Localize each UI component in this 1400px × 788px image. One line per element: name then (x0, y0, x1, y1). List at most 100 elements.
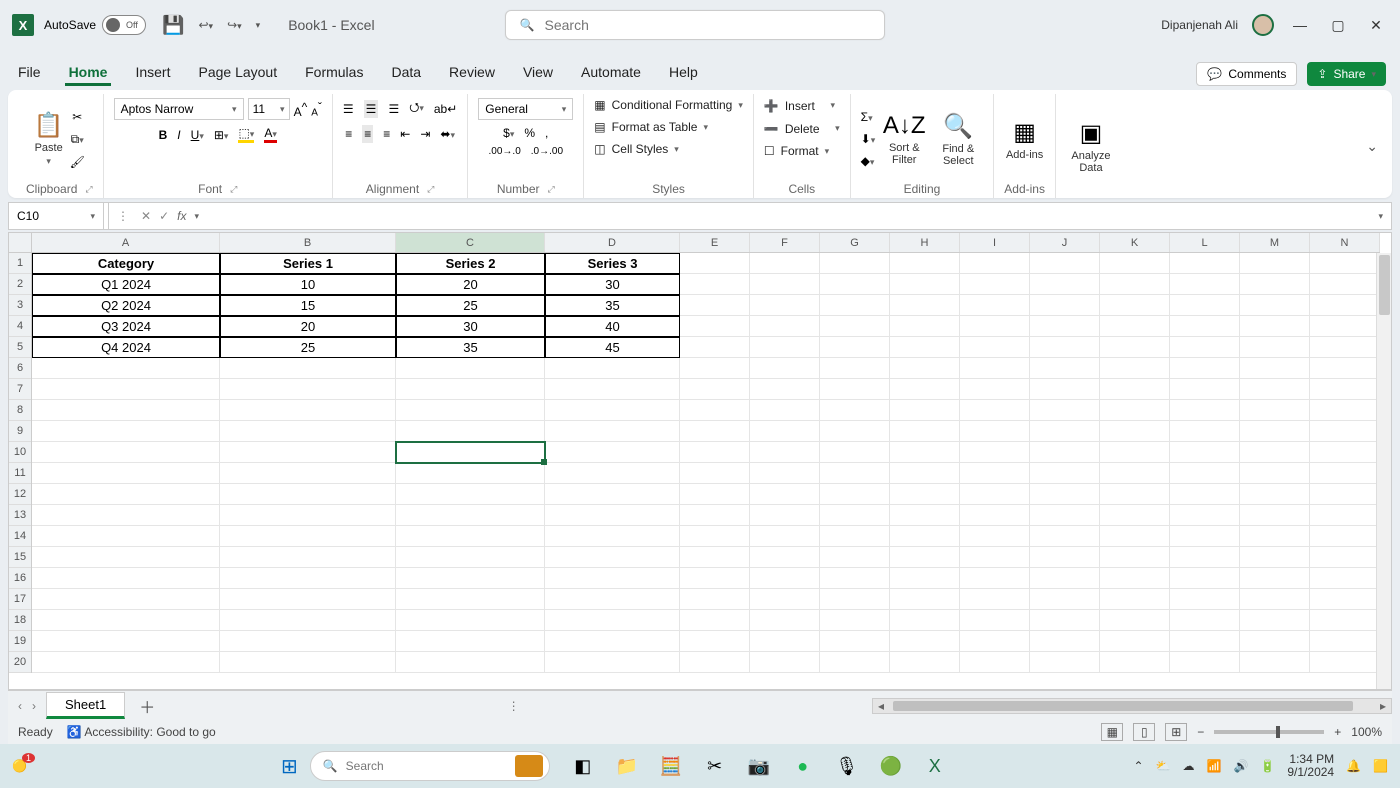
vertical-scrollbar[interactable] (1376, 253, 1391, 689)
cell[interactable] (220, 379, 396, 400)
cell[interactable] (545, 358, 680, 379)
cell[interactable] (890, 568, 960, 589)
decrease-decimal-icon[interactable]: .0→.00 (531, 146, 563, 157)
cell[interactable] (1310, 652, 1380, 673)
column-header[interactable]: M (1240, 233, 1310, 252)
cell[interactable] (396, 547, 545, 568)
font-launcher-icon[interactable]: ⤢ (230, 184, 237, 195)
column-header[interactable]: N (1310, 233, 1380, 252)
cell[interactable] (1030, 589, 1100, 610)
borders-icon[interactable]: ⊞▾ (214, 128, 229, 142)
cell[interactable] (1310, 400, 1380, 421)
save-icon[interactable]: 💾 (162, 15, 184, 36)
cell[interactable] (545, 589, 680, 610)
cell[interactable] (545, 610, 680, 631)
cell[interactable] (1170, 421, 1240, 442)
comma-icon[interactable]: , (545, 126, 548, 140)
cell[interactable] (220, 463, 396, 484)
cell[interactable] (1170, 547, 1240, 568)
cell[interactable] (680, 610, 750, 631)
normal-view-icon[interactable]: ▦ (1101, 723, 1123, 741)
cell[interactable] (750, 358, 820, 379)
cell[interactable] (1170, 379, 1240, 400)
cell[interactable] (820, 442, 890, 463)
cell[interactable]: 10 (220, 274, 396, 295)
cell[interactable] (680, 652, 750, 673)
tab-home[interactable]: Home (65, 58, 112, 86)
enter-formula-icon[interactable]: ✓ (159, 209, 169, 223)
cell[interactable] (680, 631, 750, 652)
tab-insert[interactable]: Insert (131, 58, 174, 86)
minimize-icon[interactable]: — (1288, 17, 1312, 33)
cell[interactable]: 25 (396, 295, 545, 316)
cell[interactable] (680, 400, 750, 421)
cell[interactable] (1310, 295, 1380, 316)
cell[interactable] (1100, 316, 1170, 337)
cell[interactable] (1170, 505, 1240, 526)
cell-styles-button[interactable]: ◫Cell Styles▾ (594, 142, 679, 156)
cell[interactable] (960, 295, 1030, 316)
cell[interactable] (545, 631, 680, 652)
cell[interactable] (1240, 652, 1310, 673)
cell[interactable] (545, 505, 680, 526)
cell[interactable] (750, 526, 820, 547)
grow-font-icon[interactable]: A^ (294, 100, 308, 119)
bold-button[interactable]: B (159, 128, 168, 142)
cut-icon[interactable]: ✂ (72, 110, 82, 124)
cell[interactable] (680, 526, 750, 547)
cell[interactable] (750, 295, 820, 316)
cell[interactable] (1100, 379, 1170, 400)
cell[interactable] (820, 505, 890, 526)
cell[interactable] (1310, 274, 1380, 295)
cell[interactable] (960, 589, 1030, 610)
cell[interactable] (1030, 547, 1100, 568)
battery-icon[interactable]: 🔋 (1260, 759, 1275, 773)
cell[interactable] (1100, 589, 1170, 610)
clear-icon[interactable]: ◆▾ (861, 154, 875, 168)
column-header[interactable]: D (545, 233, 680, 252)
cell[interactable] (1030, 568, 1100, 589)
cell[interactable] (680, 547, 750, 568)
cell[interactable] (545, 568, 680, 589)
cell[interactable] (220, 484, 396, 505)
cell[interactable] (396, 568, 545, 589)
cell[interactable] (960, 379, 1030, 400)
merge-center-icon[interactable]: ⬌▾ (440, 127, 455, 141)
cell[interactable] (820, 610, 890, 631)
cell[interactable] (820, 484, 890, 505)
cancel-formula-icon[interactable]: ✕ (141, 209, 151, 223)
font-color-icon[interactable]: A▾ (264, 126, 277, 143)
cell[interactable] (545, 484, 680, 505)
cell[interactable] (750, 442, 820, 463)
cell[interactable] (396, 526, 545, 547)
row-header[interactable]: 16 (9, 568, 31, 589)
cell[interactable] (1240, 484, 1310, 505)
cell[interactable] (1240, 421, 1310, 442)
spotify-icon[interactable]: ● (790, 753, 816, 779)
sheet-tab-sheet1[interactable]: Sheet1 (46, 692, 125, 719)
font-name-select[interactable]: Aptos Narrow▾ (114, 98, 244, 120)
cell[interactable] (1170, 610, 1240, 631)
cell[interactable] (1100, 442, 1170, 463)
cell[interactable] (750, 589, 820, 610)
row-header[interactable]: 2 (9, 274, 31, 295)
cell[interactable] (750, 547, 820, 568)
qat-customize-icon[interactable]: ▾ (256, 20, 261, 31)
cell[interactable]: 30 (545, 274, 680, 295)
cell[interactable] (220, 526, 396, 547)
row-header[interactable]: 11 (9, 463, 31, 484)
row-header[interactable]: 19 (9, 631, 31, 652)
cell[interactable] (1240, 505, 1310, 526)
cell[interactable]: 35 (545, 295, 680, 316)
system-clock[interactable]: 1:34 PM9/1/2024 (1287, 753, 1334, 779)
cell[interactable] (1030, 274, 1100, 295)
add-sheet-button[interactable]: ＋ (139, 694, 155, 718)
cell[interactable] (396, 400, 545, 421)
cell[interactable] (1240, 526, 1310, 547)
cell[interactable]: Series 3 (545, 253, 680, 274)
cell[interactable] (820, 652, 890, 673)
close-icon[interactable]: ✕ (1364, 17, 1388, 34)
cell[interactable] (1170, 484, 1240, 505)
cell[interactable] (960, 547, 1030, 568)
wifi-icon[interactable]: 📶 (1207, 759, 1222, 773)
